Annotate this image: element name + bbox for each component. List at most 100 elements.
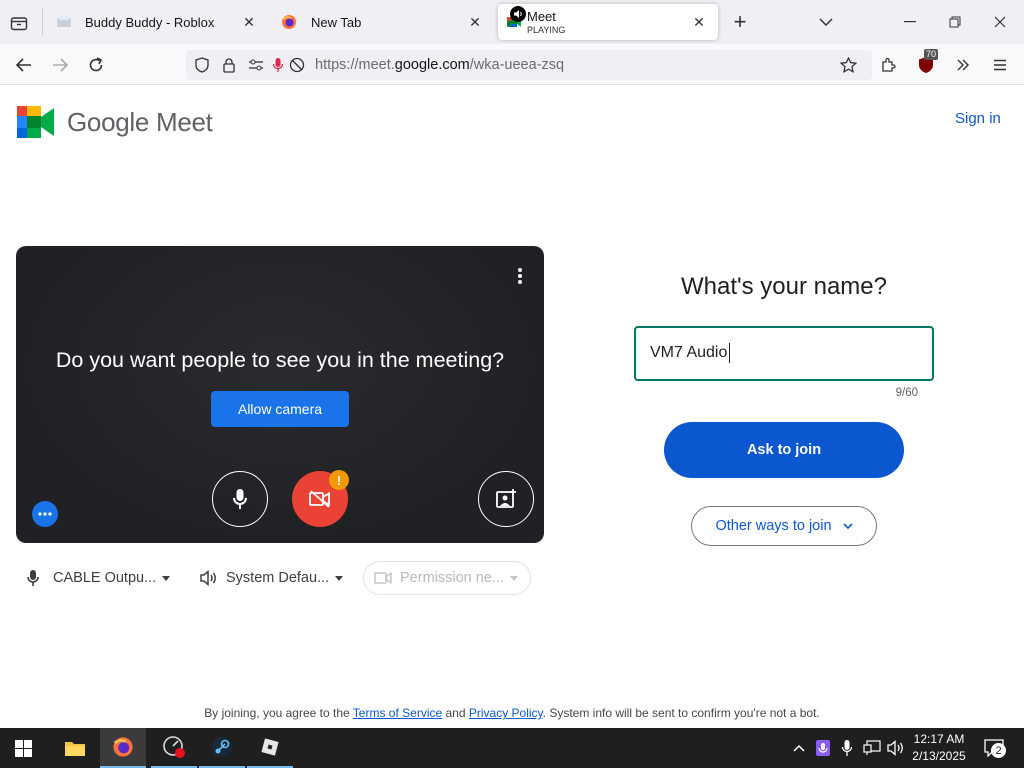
firefox-icon <box>280 13 298 31</box>
clock-time: 12:17 AM <box>913 732 965 746</box>
clock[interactable]: 12:17 AM 2/13/2025 <box>908 731 970 765</box>
footer-and: and <box>442 706 469 720</box>
lock-icon[interactable] <box>219 55 239 75</box>
voice-mod-tray-icon[interactable] <box>814 738 832 758</box>
footer-post: . System info will be sent to confirm yo… <box>542 706 820 720</box>
steam-icon <box>212 737 232 757</box>
close-icon[interactable]: ✕ <box>466 13 484 31</box>
camera-label: Permission ne... <box>400 570 504 586</box>
close-icon[interactable]: ✕ <box>240 13 258 31</box>
microphone-icon <box>233 489 247 509</box>
other-ways-to-join-button[interactable]: Other ways to join <box>691 506 877 546</box>
close-window-icon[interactable] <box>990 12 1010 32</box>
camera-selector[interactable]: Permission ne... <box>363 561 531 595</box>
other-ways-label: Other ways to join <box>715 518 832 534</box>
clock-date: 2/13/2025 <box>912 749 966 763</box>
list-all-tabs-chevron-icon[interactable] <box>816 12 836 32</box>
meet-page: Google Meet Sign in Do you want people t… <box>0 85 1024 728</box>
camera-off-button[interactable]: ! <box>292 470 349 527</box>
sign-in-link[interactable]: Sign in <box>955 110 1001 127</box>
legal-footer: By joining, you agree to the Terms of Se… <box>0 706 1024 720</box>
alert-badge: ! <box>329 470 349 490</box>
notification-count: 2 <box>991 743 1006 758</box>
firefox-icon <box>113 737 133 757</box>
url-prefix: https://meet. <box>315 57 395 73</box>
meet-logo-icon <box>17 106 54 138</box>
microphone-selector[interactable]: CABLE Outpu... <box>26 561 171 595</box>
tab-bar: Buddy Buddy - Roblox ✕ New Tab ✕ Meet PL… <box>0 0 1024 44</box>
camera-icon <box>374 572 392 584</box>
camera-off-icon <box>309 490 330 508</box>
name-input-value: VM7 Audio <box>650 344 728 361</box>
microphone-active-icon[interactable] <box>268 55 288 75</box>
file-explorer-button[interactable] <box>52 728 98 768</box>
chevron-down-icon <box>842 523 853 529</box>
camera-blocked-icon[interactable] <box>287 55 307 75</box>
tab-title: Buddy Buddy - Roblox <box>85 14 215 30</box>
dropdown-caret-icon <box>509 575 518 581</box>
ask-to-join-button[interactable]: Ask to join <box>664 422 904 478</box>
windows-logo-icon <box>14 739 32 757</box>
visual-effects-icon <box>496 489 516 508</box>
volume-icon[interactable] <box>886 738 906 758</box>
tab-title: New Tab <box>311 14 362 30</box>
tab-new-tab[interactable]: New Tab ✕ <box>272 4 494 40</box>
dashboard-record-icon <box>163 736 185 758</box>
speaker-label: System Defau... <box>226 570 330 586</box>
tab-roblox[interactable]: Buddy Buddy - Roblox ✕ <box>46 4 268 40</box>
steam-button[interactable] <box>199 728 245 768</box>
roblox-icon <box>261 738 279 756</box>
url-path: /wka-ueea-zsq <box>469 57 565 73</box>
more-actions-dots-icon[interactable] <box>32 501 58 527</box>
network-icon[interactable] <box>862 738 882 758</box>
visual-effects-button[interactable] <box>478 471 534 527</box>
ublock-origin-icon[interactable]: 70 <box>915 49 939 76</box>
start-button[interactable] <box>0 728 46 768</box>
firefox-taskbar-button[interactable] <box>100 728 146 768</box>
microphone-label: CABLE Outpu... <box>53 570 157 586</box>
recording-app-button[interactable] <box>151 728 197 768</box>
reload-icon[interactable] <box>85 54 107 76</box>
terms-of-service-link[interactable]: Terms of Service <box>353 706 442 720</box>
extensions-icon[interactable] <box>877 54 899 76</box>
microphone-tray-icon[interactable] <box>838 738 856 758</box>
tab-playing-label: PLAYING <box>527 25 566 35</box>
name-heading: What's your name? <box>680 273 887 300</box>
restore-icon[interactable] <box>945 12 965 32</box>
speaker-selector[interactable]: System Defau... <box>200 561 344 595</box>
new-tab-plus-icon[interactable]: + <box>730 9 750 34</box>
back-arrow-icon[interactable] <box>13 54 35 76</box>
url-bar[interactable]: https://meet.google.com/wka-ueea-zsq <box>186 50 872 80</box>
url-domain: google.com <box>394 57 470 73</box>
forward-arrow-icon[interactable] <box>49 54 71 76</box>
permissions-icon[interactable] <box>246 55 266 75</box>
show-hidden-icons-chevron-icon[interactable] <box>790 738 808 758</box>
google-meet-logo: Google Meet <box>17 106 213 138</box>
allow-camera-button[interactable]: Allow camera <box>211 391 349 427</box>
folder-icon <box>65 742 85 756</box>
tab-meet[interactable]: Meet PLAYING ✕ <box>498 4 718 40</box>
logo-text: Google Meet <box>67 106 213 137</box>
speaker-playing-icon[interactable] <box>510 6 526 22</box>
roblox-button[interactable] <box>247 728 293 768</box>
notification-center-icon[interactable]: 2 <box>982 736 1006 760</box>
url-text[interactable]: https://meet.google.com/wka-ueea-zsq <box>315 57 564 73</box>
hamburger-menu-icon[interactable] <box>989 54 1011 76</box>
microphone-button[interactable] <box>212 471 268 527</box>
dropdown-caret-icon <box>335 575 344 581</box>
more-tools-chevrons-icon[interactable] <box>952 54 974 76</box>
windows-taskbar: 12:17 AM 2/13/2025 2 <box>0 728 1024 768</box>
addon-badge: 70 <box>924 49 939 60</box>
bookmark-star-icon[interactable] <box>838 55 858 75</box>
tracking-protection-shield-icon[interactable] <box>192 55 212 75</box>
name-input[interactable]: VM7 Audio <box>634 326 934 381</box>
tab-overview-icon[interactable] <box>8 12 30 34</box>
nav-bar: https://meet.google.com/wka-ueea-zsq 70 <box>0 44 1024 85</box>
close-icon[interactable]: ✕ <box>690 13 708 31</box>
tab-title: Meet <box>527 9 556 24</box>
video-preview: Do you want people to see you in the mee… <box>16 246 544 543</box>
more-options-icon[interactable] <box>510 264 530 288</box>
privacy-policy-link[interactable]: Privacy Policy <box>469 706 543 720</box>
minimize-icon[interactable] <box>900 12 920 32</box>
roblox-tab-icon <box>55 13 73 31</box>
